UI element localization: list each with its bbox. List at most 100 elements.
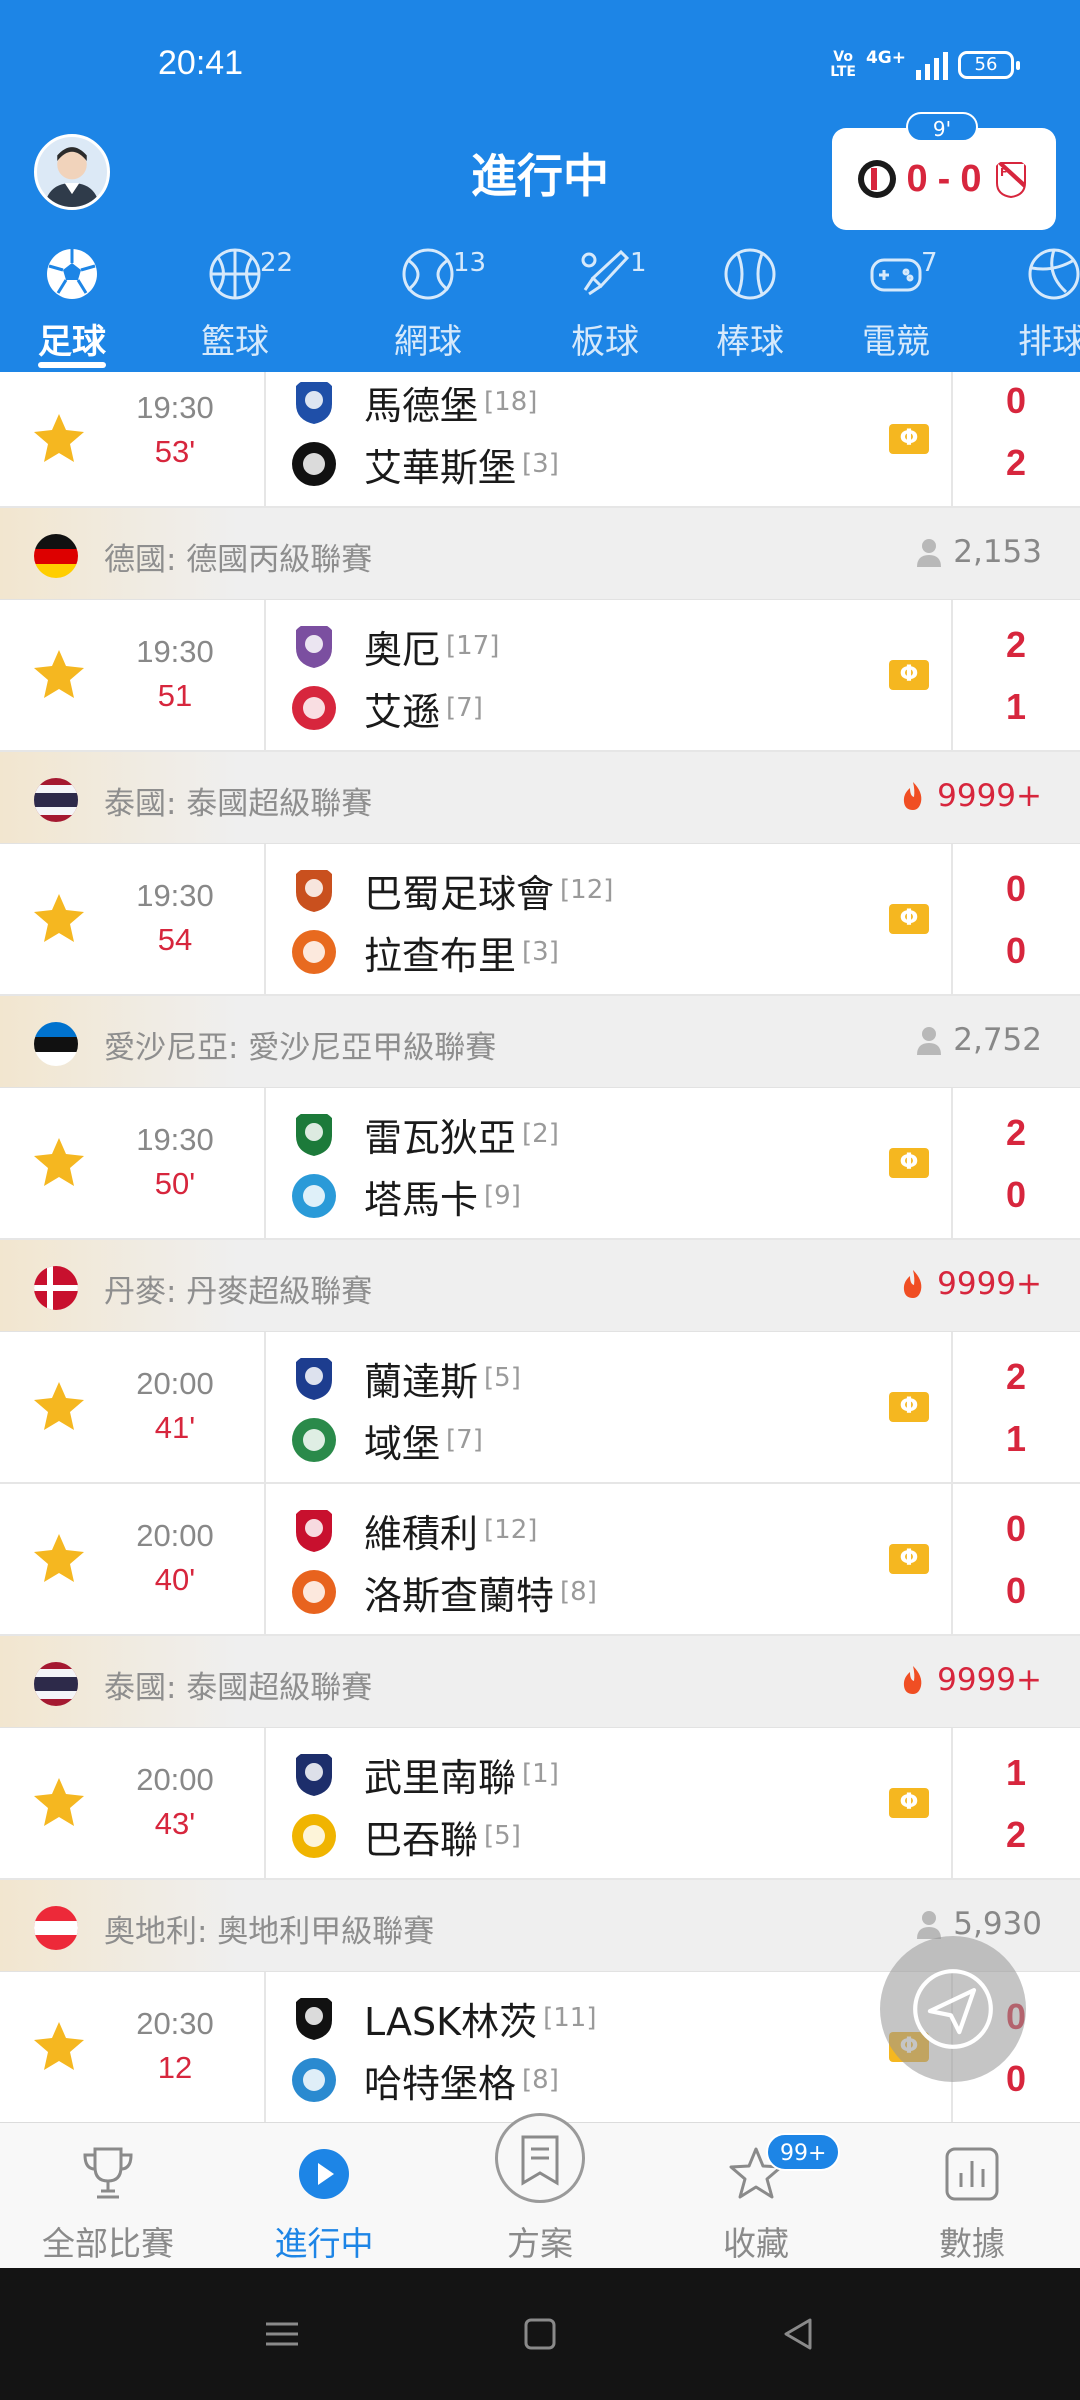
kickoff-time: 19:30: [136, 878, 214, 913]
status-icons: Vo LTE 4G+ 56: [830, 48, 1020, 80]
kickoff-time: 20:30: [136, 2006, 214, 2041]
kickoff-time: 19:30: [136, 634, 214, 669]
favorite-star-icon[interactable]: [32, 2019, 86, 2073]
tab-baseball[interactable]: 棒球: [680, 240, 820, 363]
away-score: 2: [1005, 442, 1027, 483]
tab-volleyball[interactable]: 排球: [982, 240, 1080, 363]
tab-label: 排球: [1018, 322, 1080, 362]
home-team-badge-icon: [296, 1114, 332, 1156]
league-stat: 9999+: [899, 1662, 1042, 1698]
live-away-score: 0: [960, 157, 982, 200]
away-team-name: 塔馬卡: [364, 1177, 479, 1222]
estonia-flag-icon: [34, 1022, 78, 1066]
favorite-star-icon[interactable]: [32, 1379, 86, 1433]
league-stat: 2,153: [915, 534, 1042, 570]
favorite-star-icon[interactable]: [32, 647, 86, 701]
back-icon[interactable]: [778, 2314, 818, 2354]
tab-count: 7: [921, 248, 938, 278]
live-animation-icon[interactable]: Φ: [889, 1788, 929, 1818]
live-minute-badge: 9': [906, 112, 978, 142]
divider: [264, 600, 266, 750]
favorite-star-icon[interactable]: [32, 411, 86, 465]
divider: [951, 1728, 953, 1878]
match-row[interactable]: 19:30 51 奧厄 [17] 艾遜 [7] Φ 2 1: [0, 600, 1080, 752]
home-team-badge-icon: [296, 1998, 332, 2040]
gamepad-icon: [870, 258, 922, 292]
play-icon: [299, 2149, 349, 2199]
live-animation-icon[interactable]: Φ: [889, 1544, 929, 1574]
home-team: 維積利 [12]: [290, 1504, 537, 1556]
favorite-star-icon[interactable]: [32, 1775, 86, 1829]
denmark-flag-icon: [34, 1266, 78, 1310]
home-team-name: 馬德堡: [364, 383, 479, 428]
divider: [264, 1484, 266, 1634]
floating-action-button[interactable]: [880, 1936, 1026, 2082]
nav-favorites[interactable]: 99+ 收藏: [648, 2133, 864, 2265]
nav-all-matches[interactable]: 全部比賽: [0, 2143, 216, 2265]
match-row[interactable]: 19:30 50' 雷瓦狄亞 [2] 塔馬卡 [9] Φ 2 0: [0, 1088, 1080, 1240]
away-team-badge-icon: [292, 930, 336, 974]
kickoff-time: 20:00: [136, 1366, 214, 1401]
away-team-rank: [3]: [522, 449, 559, 479]
live-score-separator: -: [937, 157, 951, 200]
nav-data[interactable]: 數據: [864, 2143, 1080, 2265]
league-header[interactable]: 泰國: 泰國超級聯賽 9999+: [0, 1636, 1080, 1728]
tab-label: 網球: [394, 322, 462, 362]
live-animation-icon[interactable]: Φ: [889, 660, 929, 690]
favorite-star-icon[interactable]: [32, 1135, 86, 1189]
away-team: 艾遜 [7]: [290, 682, 483, 734]
home-team-rank: [5]: [484, 1363, 521, 1393]
tab-count: 22: [260, 248, 294, 278]
match-row[interactable]: 20:00 43' 武里南聯 [1] 巴吞聯 [5] Φ 1 2: [0, 1728, 1080, 1880]
favorite-star-icon[interactable]: [32, 1531, 86, 1585]
home-score: 1: [1005, 1752, 1027, 1793]
home-team: 馬德堡 [18]: [290, 376, 537, 428]
tab-esports[interactable]: 7 電競: [826, 240, 966, 363]
home-score: 0: [1005, 1508, 1027, 1549]
league-header[interactable]: 愛沙尼亞: 愛沙尼亞甲級聯賽 2,752: [0, 996, 1080, 1088]
match-row[interactable]: 19:30 54 巴蜀足球會 [12] 拉查布里 [3] Φ 0 0: [0, 844, 1080, 996]
away-team-badge-icon: [292, 1570, 336, 1614]
active-tab-indicator: [38, 362, 106, 368]
volte-icon: Vo LTE: [830, 49, 856, 80]
match-minute: 50': [154, 1166, 196, 1201]
home-team-rank: [12]: [560, 875, 614, 905]
thailand-flag-icon: [34, 778, 78, 822]
tab-tennis[interactable]: 13 網球: [358, 240, 498, 363]
league-stat-value: 9999+: [937, 1662, 1042, 1698]
live-animation-icon[interactable]: Φ: [889, 424, 929, 454]
live-animation-icon[interactable]: Φ: [889, 904, 929, 934]
league-header[interactable]: 丹麥: 丹麥超級聯賽 9999+: [0, 1240, 1080, 1332]
match-row[interactable]: 20:00 41' 蘭達斯 [5] 域堡 [7] Φ 2 1: [0, 1332, 1080, 1484]
away-team-badge-icon: [292, 1814, 336, 1858]
home-team: 雷瓦狄亞 [2]: [290, 1108, 559, 1160]
tab-count: 13: [453, 248, 487, 278]
menu-icon[interactable]: [262, 2314, 302, 2354]
home-team-badge-icon: [296, 1358, 332, 1400]
tab-label: 電競: [862, 322, 930, 362]
divider: [951, 844, 953, 994]
tab-basketball[interactable]: 22 籃球: [165, 240, 305, 363]
tab-cricket[interactable]: 1 板球: [535, 240, 675, 363]
nav-plan[interactable]: 方案: [432, 2113, 648, 2265]
nav-live[interactable]: 進行中: [216, 2143, 432, 2265]
home-icon[interactable]: [520, 2314, 560, 2354]
league-header[interactable]: 德國: 德國丙級聯賽 2,153: [0, 508, 1080, 600]
home-score: 2: [1005, 1356, 1027, 1397]
away-team: 塔馬卡 [9]: [290, 1170, 521, 1222]
live-animation-icon[interactable]: Φ: [889, 1392, 929, 1422]
live-animation-icon[interactable]: Φ: [889, 1148, 929, 1178]
nav-label: 數據: [939, 2224, 1005, 2263]
divider: [264, 1728, 266, 1878]
germany-flag-icon: [34, 534, 78, 578]
match-row[interactable]: 19:30 53' 馬德堡 [18] 艾華斯堡 [3] Φ 0 2: [0, 372, 1080, 508]
league-stat: 9999+: [899, 1266, 1042, 1302]
favorite-star-icon[interactable]: [32, 891, 86, 945]
match-row[interactable]: 20:00 40' 維積利 [12] 洛斯查蘭特 [8] Φ 0 0: [0, 1484, 1080, 1636]
system-nav-bar: [0, 2268, 1080, 2400]
home-score: 0: [1005, 868, 1027, 909]
tab-football[interactable]: 足球: [2, 240, 142, 363]
match-list[interactable]: 19:30 53' 馬德堡 [18] 艾華斯堡 [3] Φ 0 2 德國: 德國丙級聯賽 2,153…: [0, 372, 1080, 2122]
league-header[interactable]: 泰國: 泰國超級聯賽 9999+: [0, 752, 1080, 844]
thailand-flag-icon: [34, 1662, 78, 1706]
